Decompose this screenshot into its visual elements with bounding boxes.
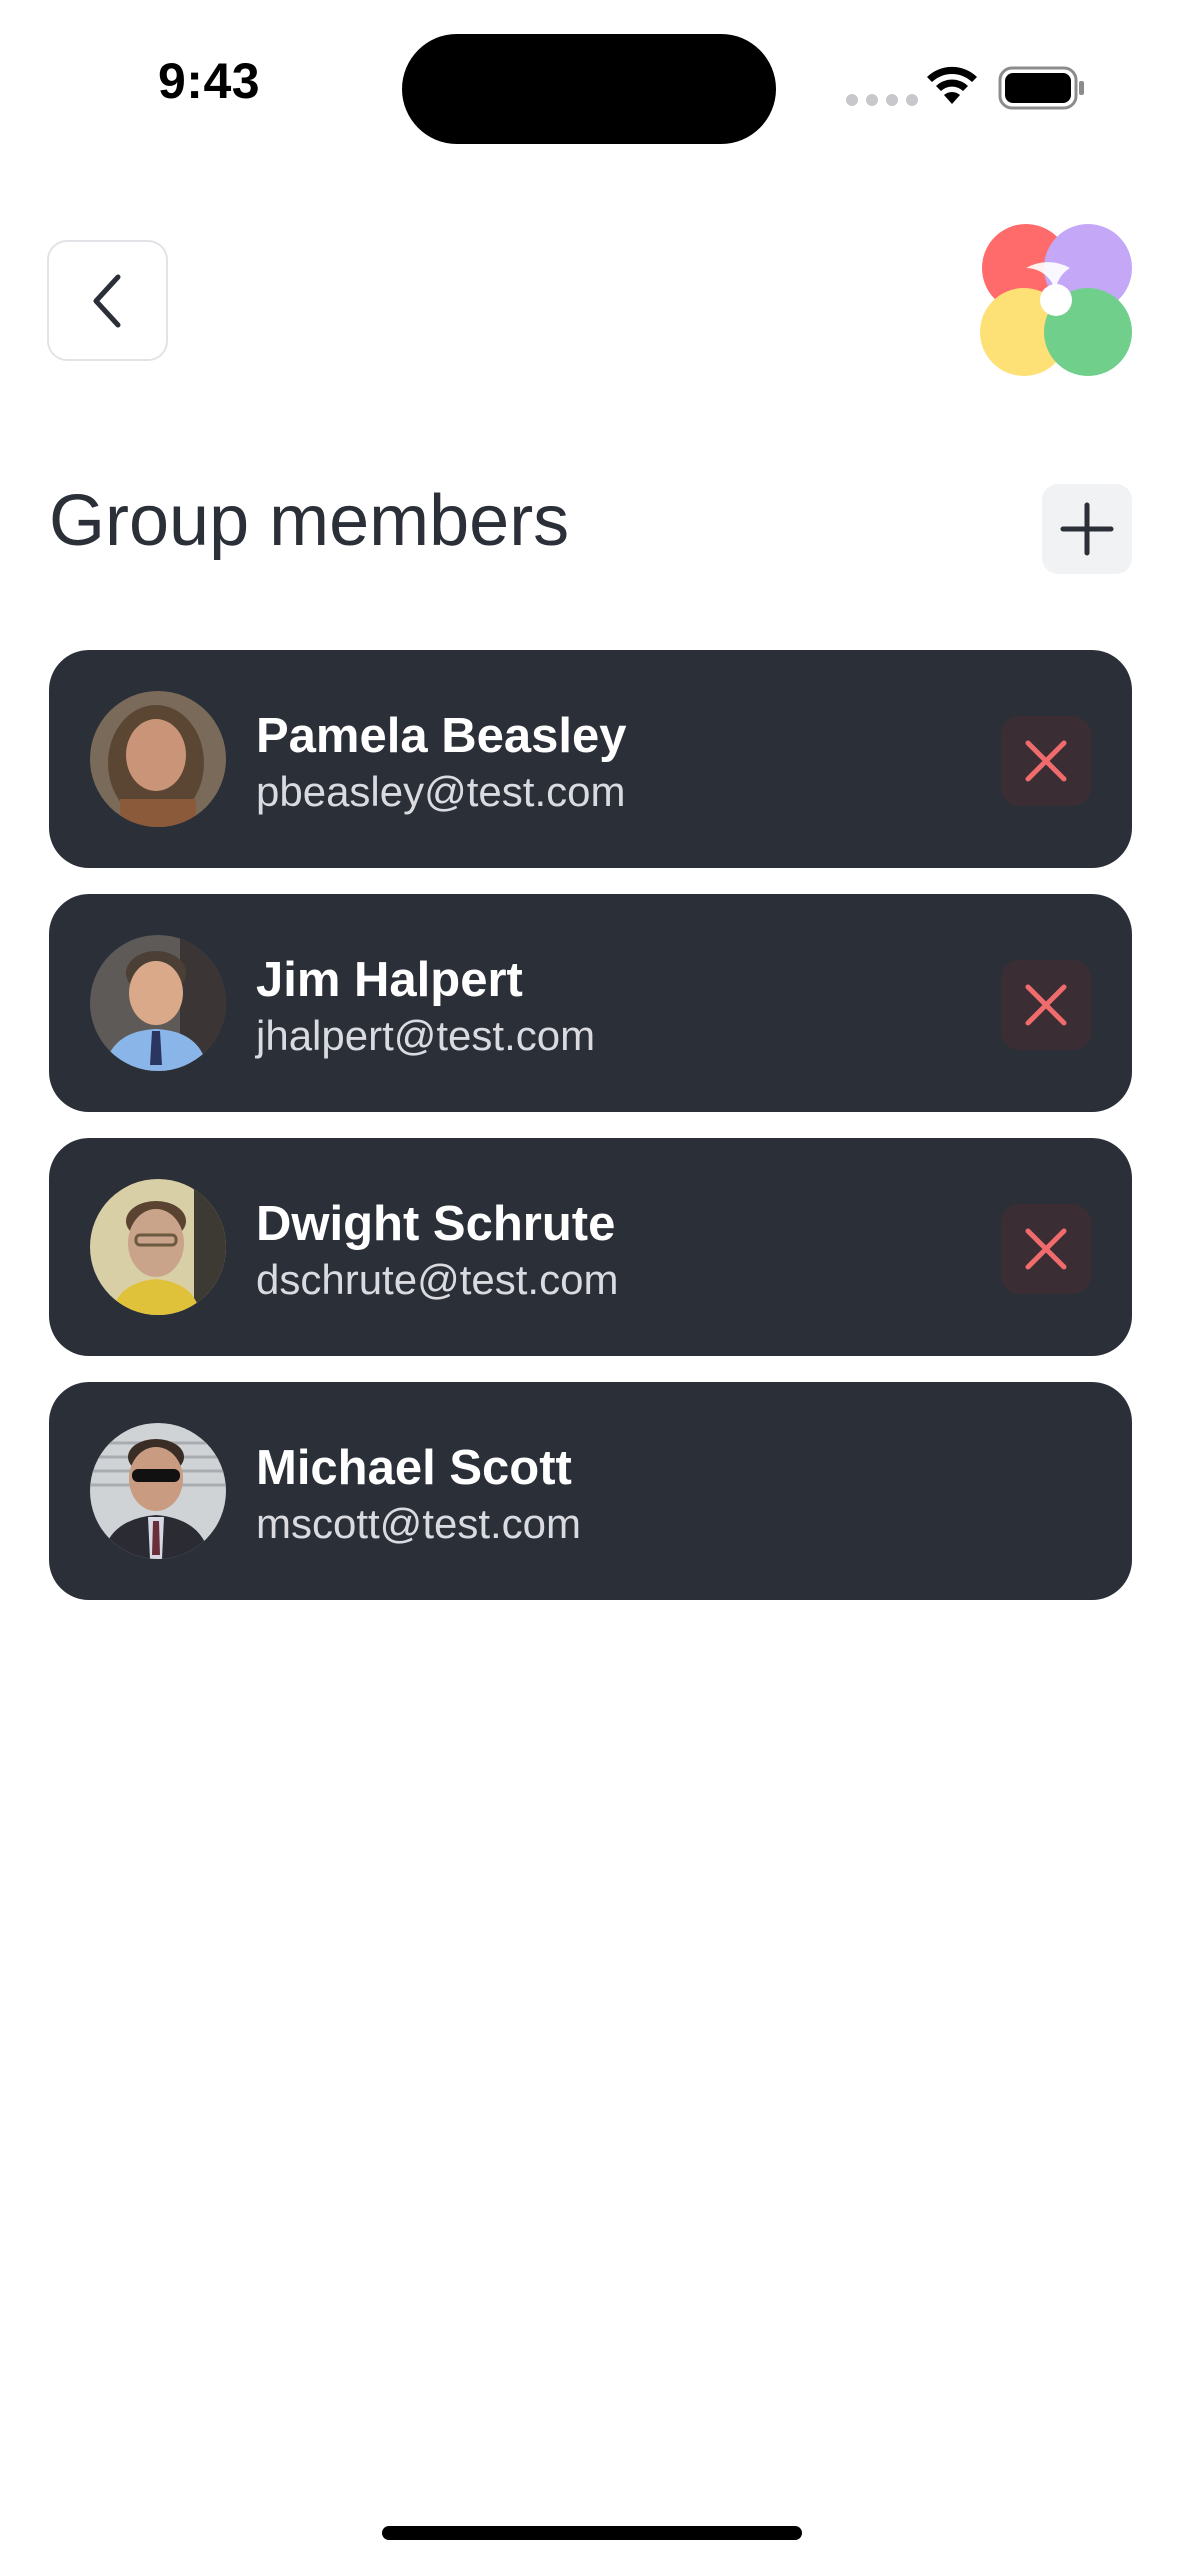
back-button[interactable] [47,240,168,361]
battery-icon [998,66,1084,110]
member-name: Jim Halpert [256,953,523,1007]
member-info: Michael Scott mscott@test.com [256,1438,581,1550]
status-time: 9:43 [158,53,261,109]
member-card[interactable]: Jim Halpert jhalpert@test.com [49,894,1132,1112]
home-indicator[interactable] [382,2526,802,2540]
avatar [90,1179,226,1315]
member-name: Dwight Schrute [256,1197,616,1251]
member-card[interactable]: Michael Scott mscott@test.com [49,1382,1132,1600]
wifi-icon [927,66,977,104]
avatar [90,691,226,827]
member-info: Dwight Schrute dschrute@test.com [256,1194,618,1306]
chevron-left-icon [93,274,120,327]
avatar [90,935,226,1071]
add-member-button[interactable] [1042,484,1132,574]
remove-member-button[interactable] [1001,960,1091,1050]
member-card[interactable]: Dwight Schrute dschrute@test.com [49,1138,1132,1356]
close-icon [1025,1228,1067,1270]
member-email: jhalpert@test.com [256,1012,596,1059]
close-icon [1025,740,1067,782]
member-email: dschrute@test.com [256,1256,619,1303]
member-info: Pamela Beasley pbeasley@test.com [256,706,627,818]
member-card[interactable]: Pamela Beasley pbeasley@test.com [49,650,1132,868]
dynamic-island [402,34,776,144]
member-name: Pamela Beasley [256,709,627,763]
close-icon [1025,984,1067,1026]
remove-member-button[interactable] [1001,716,1091,806]
member-list: Pamela Beasley pbeasley@test.com Jim Hal… [49,650,1132,1626]
avatar [90,1423,226,1559]
remove-member-button[interactable] [1001,1204,1091,1294]
cellular-signal-icon [846,94,918,106]
member-email: mscott@test.com [256,1500,582,1547]
plus-icon [1060,502,1114,556]
member-name: Michael Scott [256,1441,572,1495]
group-members-screen: 9:43 Group members Pamela Beasley pbeasl… [0,0,1179,2556]
app-logo [980,224,1132,376]
page-title: Group members [49,481,570,561]
member-info: Jim Halpert jhalpert@test.com [256,950,595,1062]
member-email: pbeasley@test.com [256,768,626,815]
